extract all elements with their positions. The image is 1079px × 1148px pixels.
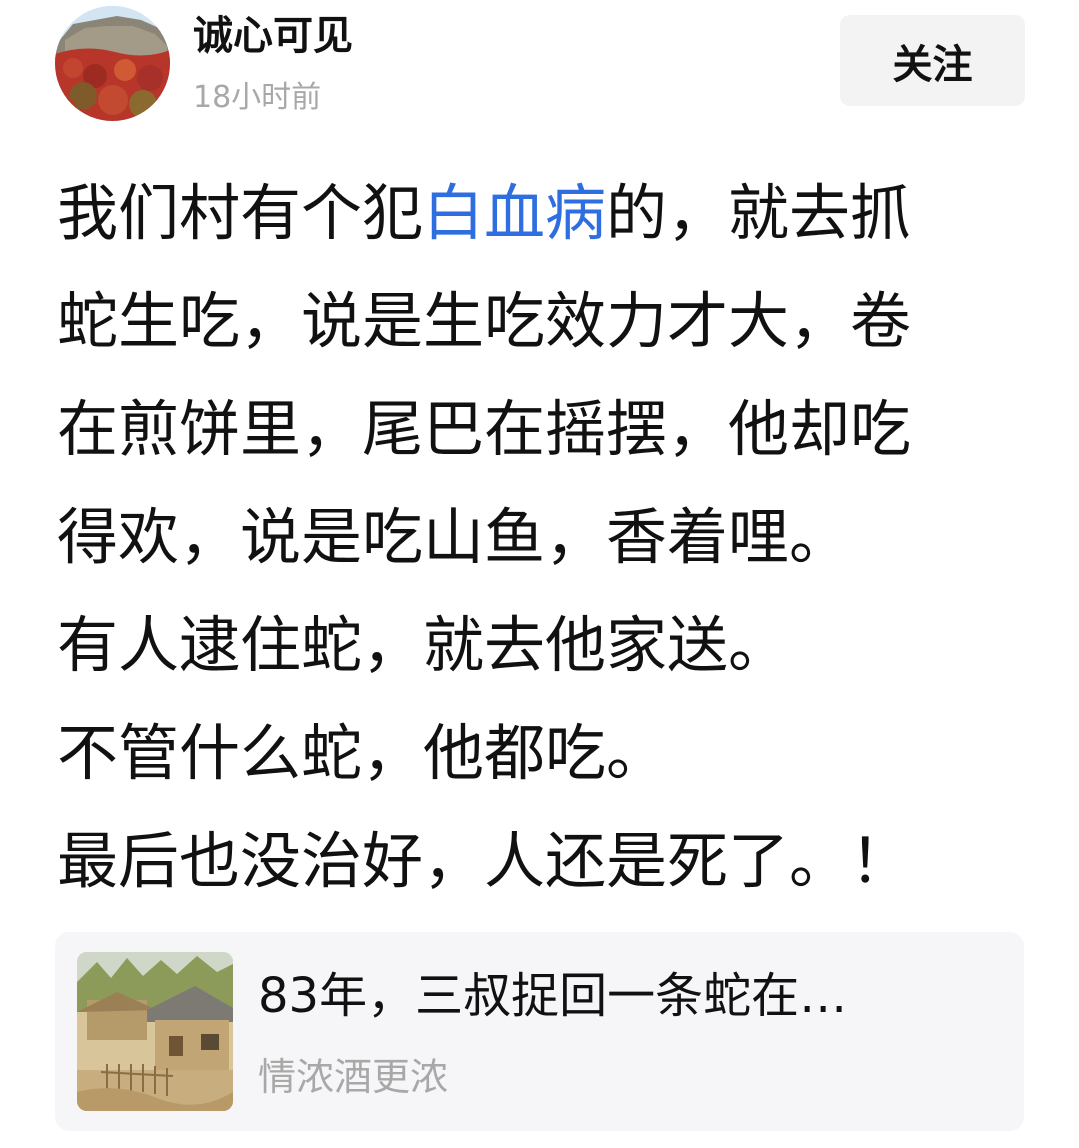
post-line-1-before: 我们村有个犯 [57,178,424,249]
author-name[interactable]: 诚心可见 [193,8,353,64]
avatar-landscape-image [55,6,170,121]
linked-article-card[interactable]: 83年，三叔捉回一条蛇在… 情浓酒更浓 [55,932,1024,1131]
keyword-link-leukemia[interactable]: 白血病 [423,178,606,249]
article-thumbnail [77,952,233,1111]
post-line-2: 蛇生吃，说是生吃效力才大，卷 [57,286,912,357]
post-line-1: 我们村有个犯白血病的，就去抓 [57,160,1017,268]
post-line-4: 得欢，说是吃山鱼，香着哩。 [57,502,851,573]
post-line-5: 有人逮住蛇，就去他家送。 [57,610,790,681]
post-line-1-after: 的，就去抓 [606,178,912,249]
post-body-text: 我们村有个犯白血病的，就去抓 蛇生吃，说是生吃效力才大，卷 在煎饼里，尾巴在摇摆… [57,160,1017,916]
follow-button[interactable]: 关注 [840,15,1025,106]
village-house-image [77,952,233,1111]
article-source: 情浓酒更浓 [258,1055,449,1099]
article-title: 83年，三叔捉回一条蛇在… [258,968,848,1024]
post-line-7: 最后也没治好，人还是死了。！ [57,826,912,897]
post-line-6: 不管什么蛇，他都吃。 [57,718,668,789]
post-timestamp: 18小时前 [193,80,322,115]
author-avatar[interactable] [55,6,170,121]
post-line-3: 在煎饼里，尾巴在摇摆，他却吃 [57,394,912,465]
